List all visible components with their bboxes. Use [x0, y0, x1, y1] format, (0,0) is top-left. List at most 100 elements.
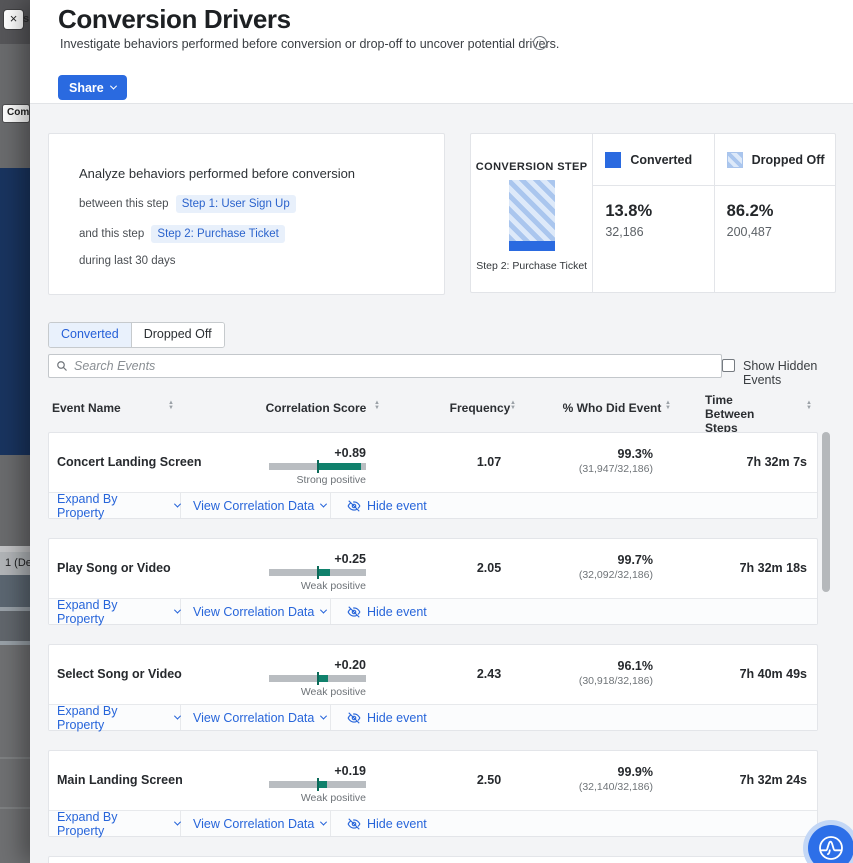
converted-count: 32,186: [605, 225, 652, 239]
row-main: Concert Landing Screen +0.89 Strong posi…: [49, 433, 817, 494]
background-partial-text: s: [23, 13, 29, 25]
vertical-scrollbar[interactable]: [822, 432, 830, 592]
table-header: Event Name Correlation Score Frequency %…: [48, 388, 818, 428]
who-did-event-cell: 99.3% (31,947/32,186): [579, 447, 653, 475]
background-app-strip: × s Com 1 (De: [0, 0, 30, 863]
eye-off-icon: [347, 817, 361, 831]
who-did-fraction: (30,918/32,186): [579, 675, 653, 687]
background-panel-3: [0, 645, 30, 863]
who-did-percent: 99.9%: [579, 765, 653, 779]
hide-event-label: Hide event: [367, 499, 427, 513]
hide-event-button[interactable]: Hide event: [331, 493, 427, 518]
hide-event-button[interactable]: Hide event: [331, 705, 427, 730]
hide-event-label: Hide event: [367, 605, 427, 619]
correlation-bar: [269, 781, 366, 788]
table-row: Play Song or Video +0.25 Weak positive 2…: [48, 538, 818, 625]
background-panel-2: [0, 455, 30, 546]
background-compare-button[interactable]: Com: [2, 104, 30, 123]
view-correlation-data-label: View Correlation Data: [193, 711, 314, 725]
expand-by-property-button[interactable]: Expand By Property: [49, 599, 181, 624]
tab-dropped-off[interactable]: Dropped Off: [132, 323, 224, 347]
conversion-step-title: CONVERSION STEP: [471, 161, 592, 173]
sort-icon[interactable]: [374, 401, 380, 411]
dropped-off-swatch-icon: [727, 152, 743, 168]
converted-values: 13.8% 32,186: [605, 202, 652, 239]
who-did-fraction: (32,140/32,186): [579, 781, 653, 793]
time-between-steps-value: 7h 40m 49s: [740, 667, 807, 681]
show-hidden-label[interactable]: Show Hidden Events: [743, 359, 853, 387]
who-did-percent: 99.3%: [579, 447, 653, 461]
background-table-row: [0, 611, 30, 641]
sort-icon[interactable]: [806, 401, 812, 411]
conversion-bar-label: Step 2: Purchase Ticket: [471, 260, 592, 272]
column-correlation-score: Correlation Score: [236, 401, 396, 415]
and-step-label: and this step: [79, 228, 144, 240]
row-actions-bar: Expand By Property View Correlation Data…: [49, 810, 817, 836]
event-name: Play Song or Video: [57, 561, 171, 575]
eye-off-icon: [347, 605, 361, 619]
frequency-value: 2.43: [439, 667, 539, 681]
who-did-percent: 96.1%: [579, 659, 653, 673]
view-correlation-data-button[interactable]: View Correlation Data: [181, 811, 331, 836]
conversion-step-column: CONVERSION STEP Step 2: Purchase Ticket: [471, 134, 592, 292]
background-table-row: [0, 575, 30, 607]
share-button[interactable]: Share: [58, 75, 127, 100]
hide-event-button[interactable]: Hide event: [331, 599, 427, 624]
view-correlation-data-button[interactable]: View Correlation Data: [181, 493, 331, 518]
sort-icon[interactable]: [510, 401, 516, 411]
column-event-name: Event Name: [52, 401, 121, 415]
search-events-box: [48, 354, 722, 378]
show-hidden-checkbox[interactable]: [722, 359, 735, 372]
dropped-off-percent: 86.2%: [727, 202, 774, 221]
search-icon: [56, 360, 68, 372]
correlation-center-tick: [317, 778, 319, 791]
time-between-steps-value: 7h 32m 24s: [740, 773, 807, 787]
correlation-bar: [269, 569, 366, 576]
view-correlation-data-button[interactable]: View Correlation Data: [181, 705, 331, 730]
tab-converted[interactable]: Converted: [49, 323, 132, 347]
hide-event-label: Hide event: [367, 711, 427, 725]
close-icon[interactable]: ×: [4, 10, 23, 29]
expand-by-property-button[interactable]: Expand By Property: [49, 493, 181, 518]
row-main: Select Song or Video +0.20 Weak positive…: [49, 645, 817, 706]
correlation-fill: [318, 781, 327, 788]
page-subtitle: Investigate behaviors performed before c…: [60, 37, 559, 51]
correlation-strength-label: Strong positive: [269, 474, 366, 486]
correlation-center-tick: [317, 566, 319, 579]
and-step-line: and this step Step 2: Purchase Ticket: [79, 225, 285, 243]
search-input[interactable]: [74, 359, 714, 373]
hide-event-label: Hide event: [367, 817, 427, 831]
time-between-steps-value: 7h 32m 18s: [740, 561, 807, 575]
who-did-event-cell: 96.1% (30,918/32,186): [579, 659, 653, 687]
expand-by-property-button[interactable]: Expand By Property: [49, 705, 181, 730]
correlation-bar: [269, 675, 366, 682]
sort-icon[interactable]: [665, 401, 671, 411]
frequency-value: 2.05: [439, 561, 539, 575]
summary-line: Analyze behaviors performed before conve…: [79, 166, 355, 181]
chevron-down-icon: [320, 501, 327, 508]
during-label: during last 30 days: [79, 255, 176, 267]
hide-event-button[interactable]: Hide event: [331, 811, 427, 836]
info-icon[interactable]: i: [533, 36, 547, 50]
chevron-down-icon: [320, 713, 327, 720]
correlation-value: +0.19: [269, 764, 366, 778]
who-did-event-cell: 99.9% (32,140/32,186): [579, 765, 653, 793]
correlation-bar: [269, 463, 366, 470]
correlation-value: +0.89: [269, 446, 366, 460]
expand-by-property-button[interactable]: Expand By Property: [49, 811, 181, 836]
row-actions-bar: Expand By Property View Correlation Data…: [49, 492, 817, 518]
between-step-line: between this step Step 1: User Sign Up: [79, 195, 296, 213]
dropped-off-column: Dropped Off 86.2% 200,487: [714, 134, 835, 292]
sort-icon[interactable]: [168, 401, 174, 411]
event-name: Main Landing Screen: [57, 773, 183, 787]
step2-pill[interactable]: Step 2: Purchase Ticket: [151, 225, 284, 243]
dropped-off-count: 200,487: [727, 225, 774, 239]
converted-swatch-icon: [605, 152, 621, 168]
time-between-steps-value: 7h 32m 7s: [747, 455, 807, 469]
correlation-value: +0.25: [269, 552, 366, 566]
assistant-fab-button[interactable]: [808, 825, 853, 863]
view-correlation-data-button[interactable]: View Correlation Data: [181, 599, 331, 624]
step1-pill[interactable]: Step 1: User Sign Up: [176, 195, 296, 213]
correlation-strength-label: Weak positive: [269, 792, 366, 804]
converted-legend: Converted: [593, 134, 713, 186]
